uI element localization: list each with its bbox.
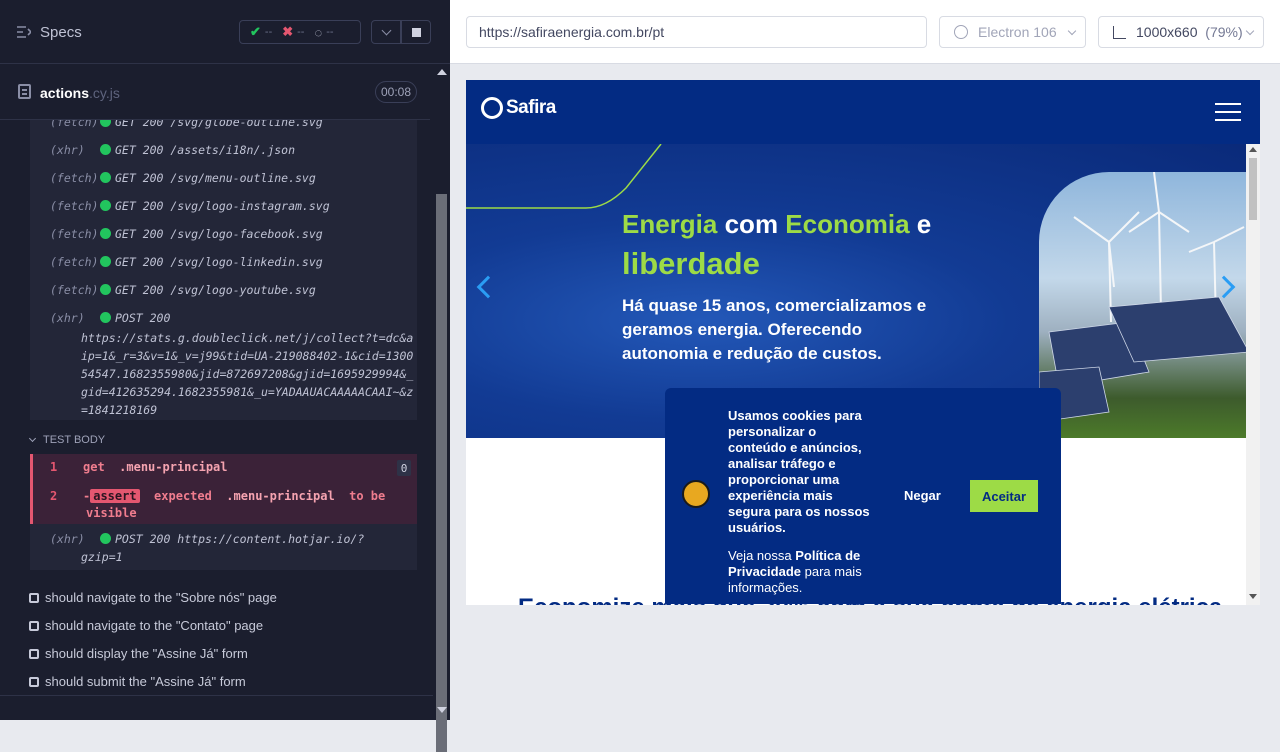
turbines-panels-illustration [1039, 172, 1246, 423]
status-dot-icon [100, 533, 111, 544]
specs-bar: Specs ✔ -- ✖ -- ◌ -- [0, 0, 450, 64]
status-dot-icon [100, 256, 111, 267]
hero-title: Energia com Economia e liberdade [622, 209, 932, 281]
assert-text-cont: visible [86, 506, 137, 520]
cookie-banner: Usamos cookies para personalizar o conte… [665, 388, 1061, 604]
pending-test-icon [29, 676, 39, 687]
test-body-header[interactable]: TEST BODY [28, 434, 105, 446]
cookie-policy-text: Veja nossa Política de Privacidade para … [728, 548, 862, 595]
status-dot-icon [100, 228, 111, 239]
test-item[interactable]: should navigate to the "Contato" page [29, 618, 263, 633]
expand-button[interactable] [371, 20, 401, 44]
command-number: 1 [50, 460, 58, 474]
command-url: https://stats.g.doubleclick.net/j/collec… [81, 331, 414, 417]
passed-count: -- [264, 26, 273, 38]
accept-button[interactable]: Aceitar [970, 480, 1038, 512]
frame-scrollbar[interactable] [1246, 144, 1260, 605]
browser-selector[interactable]: Electron 106 [939, 16, 1086, 48]
status-dot-icon [100, 172, 111, 183]
passed-stat: ✔ -- [250, 24, 272, 40]
url-field[interactable]: https://safiraenergia.com.br/pt [466, 16, 927, 48]
site-logo[interactable]: Safira [481, 97, 556, 119]
test-item[interactable]: should navigate to the "Sobre nós" page [29, 590, 277, 605]
site-navbar: Safira [466, 80, 1260, 144]
chevron-down-icon [1245, 26, 1255, 36]
command-number: 2 [50, 489, 58, 503]
pending-test-icon [29, 620, 39, 631]
logo-ring-icon [481, 97, 503, 119]
check-icon: ✔ [250, 24, 261, 39]
spec-header: actions.cy.js 00:08 [0, 64, 430, 120]
stop-button[interactable] [401, 20, 431, 44]
failed-stat: ✖ -- [282, 24, 304, 40]
scroll-down-icon[interactable] [1249, 594, 1257, 599]
chevron-down-icon [1067, 26, 1077, 36]
spec-file-name[interactable]: actions.cy.js [40, 85, 120, 101]
viewport-selector[interactable]: 1000x660 (79%) [1098, 16, 1264, 48]
assert-text: - assert expected .menu-principal to be [83, 489, 386, 503]
cookie-icon [682, 480, 710, 508]
element-count-badge: 0 [397, 460, 411, 476]
failed-assert-row[interactable]: 2 - assert expected .menu-principal to be… [30, 482, 417, 524]
scroll-down-icon[interactable] [437, 707, 447, 713]
app-preview: Safira Energia com Economia e liberdade [466, 80, 1260, 605]
log-footer [0, 695, 433, 720]
pending-test-icon [29, 648, 39, 659]
menu-principal[interactable] [1215, 103, 1241, 121]
command-row[interactable]: (fetch) GET 200 /svg/logo-youtube.svg [50, 283, 316, 297]
pending-icon: ◌ [314, 24, 323, 40]
status-dot-icon [100, 200, 111, 211]
command-row[interactable]: (fetch) GET 200 /svg/logo-instagram.svg [50, 199, 330, 213]
command-row[interactable]: (xhr) POST 200 [50, 311, 170, 325]
frame-scrollbar-thumb[interactable] [1249, 158, 1257, 220]
command-row[interactable]: (fetch) GET 200 /svg/globe-outline.svg [50, 120, 323, 129]
carousel-prev-icon[interactable] [476, 275, 500, 299]
stop-icon [411, 27, 421, 37]
failed-command-row[interactable]: 1 get .menu-principal 0 [30, 454, 417, 482]
command-log-panel: Specs ✔ -- ✖ -- ◌ -- actions.cy.js 00:08 (f… [0, 0, 450, 752]
command-log: (fetch) GET 200 /svg/globe-outline.svg (x… [0, 120, 430, 695]
specs-list-icon[interactable] [17, 26, 31, 38]
command-row[interactable]: (xhr) POST 200 https://content.hotjar.io/… [50, 532, 364, 546]
status-dot-icon [100, 284, 111, 295]
pending-test-icon [29, 592, 39, 603]
test-item[interactable]: should display the "Assine Já" form [29, 646, 248, 661]
deny-button[interactable]: Negar [904, 488, 941, 503]
cookie-message: Usamos cookies para personalizar o conte… [728, 408, 870, 535]
specs-label[interactable]: Specs [40, 24, 82, 41]
status-dot-icon [100, 312, 111, 323]
scrollbar[interactable] [433, 64, 450, 752]
electron-icon [954, 25, 968, 39]
status-dot-icon [100, 144, 111, 155]
scroll-up-icon[interactable] [437, 69, 447, 75]
pending-stat: ◌ -- [314, 25, 333, 40]
pending-count: -- [326, 26, 334, 38]
command-row[interactable]: (fetch) GET 200 /svg/menu-outline.svg [50, 171, 316, 185]
test-item[interactable]: should submit the "Assine Já" form [29, 674, 246, 689]
file-icon [18, 84, 31, 99]
chevron-down-icon [381, 25, 391, 35]
command-text: get .menu-principal [83, 460, 228, 474]
cross-icon: ✖ [282, 24, 294, 39]
failed-count: -- [297, 26, 305, 38]
assert-tag: assert [90, 489, 140, 503]
test-stats: ✔ -- ✖ -- ◌ -- [239, 20, 361, 44]
command-url: gzip=1 [81, 550, 123, 564]
status-dot-icon [100, 120, 111, 127]
command-row[interactable]: (fetch) GET 200 /svg/logo-linkedin.svg [50, 255, 323, 269]
command-row[interactable]: (fetch) GET 200 /svg/logo-facebook.svg [50, 227, 323, 241]
command-row[interactable]: (xhr) GET 200 /assets/i18n/.json [50, 143, 295, 157]
wind-solar-photo [1039, 172, 1246, 438]
scroll-up-icon[interactable] [1249, 147, 1257, 152]
aut-header: https://safiraenergia.com.br/pt Electron… [450, 0, 1280, 64]
chevron-down-icon [28, 434, 37, 443]
hero-subtitle: Há quase 15 anos, comercializamos e gera… [622, 296, 927, 363]
scrollbar-thumb[interactable] [436, 194, 447, 752]
run-timer: 00:08 [375, 81, 417, 103]
ruler-icon [1113, 25, 1126, 39]
